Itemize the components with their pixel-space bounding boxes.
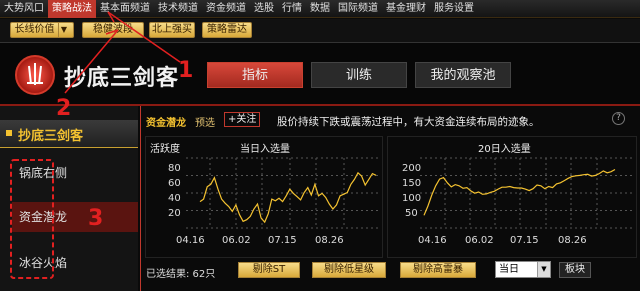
date-select[interactable]: 当日 ▼ [495, 261, 551, 278]
remove-low-star-button[interactable]: 剔除低星级 [312, 262, 386, 278]
chart2-ytick: 200 [402, 163, 422, 174]
remove-high-risk-button[interactable]: 剔除高雷暴 [400, 262, 476, 278]
chart2-xtick: 08.26 [558, 235, 587, 246]
sector-button[interactable]: 板块 [559, 262, 591, 278]
chart2-xtick: 07.15 [510, 235, 539, 246]
annotation-number: 2 [56, 96, 72, 121]
annotation-number: 1 [178, 58, 194, 83]
chart2-ytick: 150 [402, 178, 422, 189]
daily-selection-line [199, 171, 377, 224]
chevron-down-icon: ▼ [537, 262, 550, 277]
chart2-ytick: 100 [402, 193, 422, 204]
date-select-value: 当日 [499, 264, 519, 275]
result-count: 已选结果: 62只 [146, 269, 216, 280]
chart2-xtick: 04.16 [418, 235, 447, 246]
chart2-title: 20日入选量 [478, 144, 531, 155]
annotation-number: 3 [88, 206, 104, 231]
chart2-ytick: 50 [405, 208, 418, 219]
remove-st-button[interactable]: 剔除ST [238, 262, 300, 278]
chart2-xtick: 06.02 [465, 235, 494, 246]
